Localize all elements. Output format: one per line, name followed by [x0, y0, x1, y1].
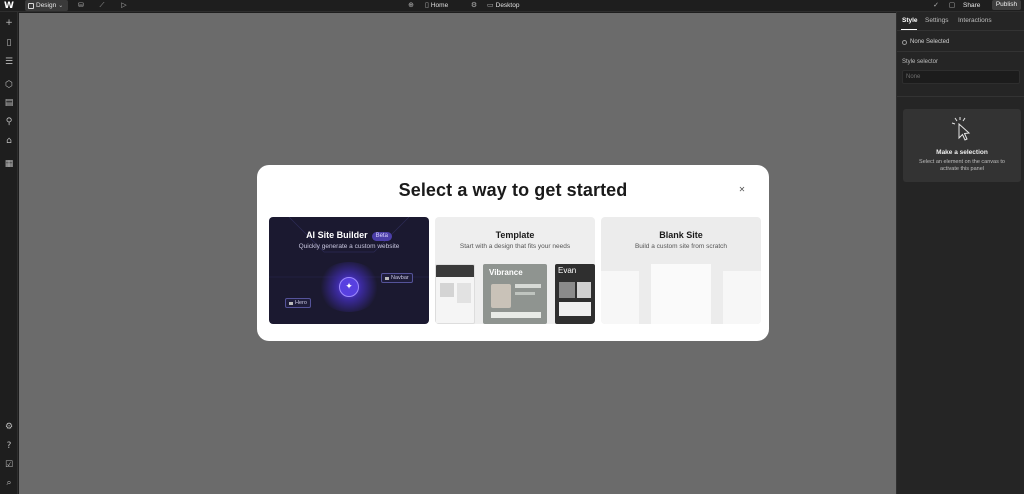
- navbar-chip-label: Navbar: [391, 275, 409, 281]
- style-panel: Style Settings Interactions None Selecte…: [896, 12, 1024, 494]
- style-selector-label: Style selector: [902, 59, 939, 65]
- thumb-line: [515, 292, 535, 295]
- template-card[interactable]: Template Start with a design that fits y…: [435, 217, 595, 324]
- selection-status: None Selected: [902, 39, 949, 45]
- components-icon[interactable]: ⬡: [3, 79, 15, 91]
- ai-site-builder-card[interactable]: AI Site Builder Beta Quickly generate a c…: [269, 217, 429, 324]
- chart-icon[interactable]: ⟋: [97, 0, 107, 11]
- divider: [897, 51, 1024, 52]
- thumb-photo: [491, 284, 511, 308]
- settings-icon[interactable]: ⚙: [3, 421, 15, 433]
- template-thumbnail-vibrance: Vibrance: [483, 264, 547, 324]
- comment-icon[interactable]: ▢: [947, 0, 957, 11]
- thumb-block: [577, 282, 591, 298]
- thumb-block: [440, 283, 454, 297]
- modal-title: Select a way to get started: [398, 180, 628, 200]
- get-started-modal: Select a way to get started ✕ AI Site Bu…: [257, 165, 769, 341]
- add-icon[interactable]: +: [3, 17, 15, 29]
- hero-chip-icon: [289, 301, 293, 305]
- cms-icon[interactable]: ⌂: [3, 135, 15, 147]
- page-icon: ▯: [425, 1, 429, 9]
- make-selection-card: Make a selection Select an element on th…: [903, 109, 1021, 182]
- ai-card-description: Quickly generate a custom website: [298, 243, 400, 250]
- blank-card-description: Build a custom site from scratch: [634, 243, 728, 250]
- globe-icon[interactable]: ⊕: [406, 0, 416, 11]
- publish-button[interactable]: Publish: [992, 0, 1021, 10]
- variables-icon[interactable]: ⚲: [3, 116, 15, 128]
- settings-icon[interactable]: ⚙: [469, 0, 479, 11]
- vibrance-logo: Vibrance: [489, 268, 523, 277]
- page-selector[interactable]: ▯ Home: [425, 0, 448, 11]
- thumb-header: [436, 265, 474, 277]
- make-selection-title: Make a selection: [936, 149, 988, 156]
- search-icon[interactable]: ⌕: [3, 477, 15, 489]
- navbar-chip: Navbar: [381, 273, 413, 283]
- share-button[interactable]: Share: [963, 0, 980, 11]
- design-mode-label: Design: [36, 2, 57, 9]
- close-icon[interactable]: ✕: [737, 185, 747, 195]
- make-selection-description: Select an element on the canvas to activ…: [919, 159, 1005, 172]
- tab-interactions[interactable]: Interactions: [958, 17, 992, 24]
- blank-page-preview: [651, 264, 711, 324]
- blank-card-title: Blank Site: [659, 230, 703, 240]
- desktop-icon: ▭: [487, 1, 494, 9]
- chevron-down-icon: ⌄: [58, 2, 64, 9]
- page-label: Home: [430, 2, 449, 9]
- design-mode-dropdown[interactable]: Design ⌄: [25, 0, 68, 11]
- divider: [897, 96, 1024, 97]
- audit-icon[interactable]: ☑: [3, 459, 15, 471]
- help-icon[interactable]: ?: [3, 440, 15, 452]
- design-mode-icon: [28, 2, 34, 9]
- panel-tabs: Style Settings Interactions: [897, 12, 1024, 31]
- assets-icon[interactable]: ▤: [3, 97, 15, 109]
- apps-icon[interactable]: ▦: [3, 158, 15, 170]
- sparkle-icon: ✦: [339, 277, 359, 297]
- tab-settings[interactable]: Settings: [925, 17, 949, 24]
- database-icon[interactable]: ⛁: [76, 0, 86, 11]
- blank-side-panel: [601, 271, 639, 324]
- tab-style[interactable]: Style: [902, 17, 918, 24]
- thumb-block: [559, 302, 591, 316]
- thumb-photo: [559, 282, 575, 298]
- left-sidebar: + ▯ ☰ ⬡ ▤ ⚲ ⌂ ▦ ⚙ ? ☑ ⌕: [0, 12, 18, 494]
- breakpoint-label: Desktop: [495, 2, 520, 9]
- blank-side-panel: [723, 271, 761, 324]
- top-toolbar: W Design ⌄ ⛁ ⟋ ▷ ⊕ ▯ Home ⚙ ▭ Desktop ✓ …: [0, 0, 1024, 12]
- play-icon[interactable]: ▷: [119, 0, 129, 11]
- selection-circle-icon: [902, 39, 907, 45]
- beta-badge: Beta: [371, 232, 392, 241]
- navigator-icon[interactable]: ☰: [3, 56, 15, 68]
- ai-card-title: AI Site Builder: [306, 230, 368, 240]
- template-thumbnail: [435, 264, 475, 324]
- active-tab-indicator: [901, 29, 917, 30]
- thumb-line: [515, 284, 541, 288]
- webflow-logo-icon[interactable]: W: [4, 1, 15, 11]
- cursor-click-icon: [951, 117, 971, 141]
- template-card-description: Start with a design that fits your needs: [459, 243, 571, 250]
- blank-site-card[interactable]: Blank Site Build a custom site from scra…: [601, 217, 761, 324]
- check-icon[interactable]: ✓: [931, 0, 941, 11]
- ai-card-title-row: AI Site Builder Beta: [269, 230, 429, 241]
- breakpoint-selector[interactable]: ▭ Desktop: [487, 0, 519, 11]
- pages-icon[interactable]: ▯: [3, 37, 15, 49]
- selection-label: None Selected: [910, 39, 950, 45]
- thumb-block: [457, 283, 471, 303]
- hero-chip-label: Hero: [295, 300, 307, 306]
- navbar-chip-icon: [385, 276, 389, 280]
- thumb-bar: [491, 312, 541, 318]
- style-selector-input[interactable]: None: [902, 70, 1020, 84]
- hero-chip: Hero: [285, 298, 311, 308]
- template-thumbnail-evan: Evan: [555, 264, 595, 324]
- evan-logo: Evan: [558, 266, 577, 275]
- template-card-title: Template: [495, 230, 535, 240]
